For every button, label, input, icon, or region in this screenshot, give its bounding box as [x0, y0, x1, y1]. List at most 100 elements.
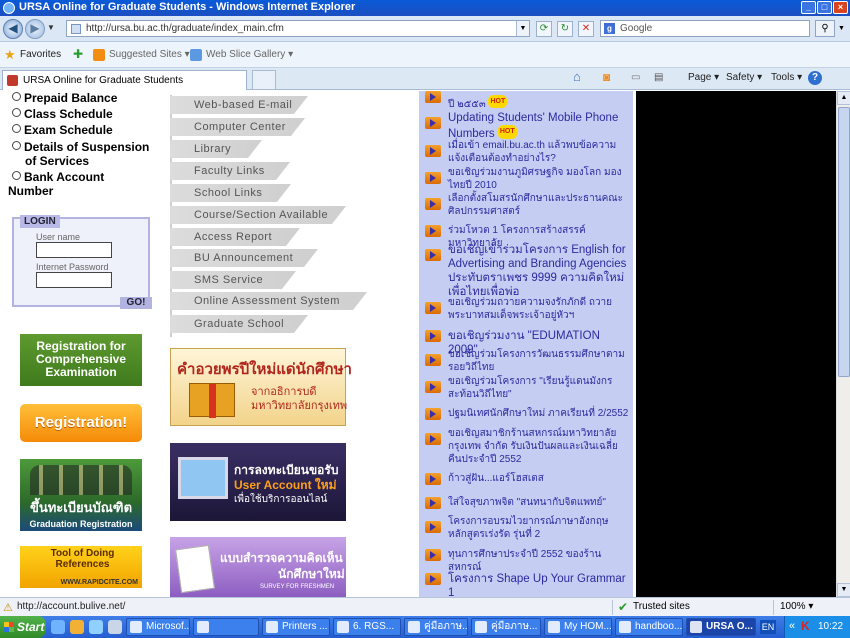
favorites-button[interactable]: Favorites — [20, 49, 61, 60]
compatibility-view-icon[interactable]: ⟳ — [536, 21, 552, 37]
taskbar-item-word[interactable]: Microsof... — [126, 618, 190, 636]
recent-pages-dropdown-icon[interactable]: ▼ — [47, 23, 55, 32]
link-faculty-links[interactable]: Faculty Links — [170, 162, 290, 180]
arrow-bullet-icon — [425, 573, 441, 585]
quicklaunch-desktop-icon[interactable] — [89, 620, 103, 634]
tools-menu[interactable]: Tools ▾ — [771, 72, 802, 83]
registration-banner[interactable]: Registration! — [20, 404, 142, 442]
taskbar-item-app[interactable] — [193, 618, 259, 636]
language-indicator[interactable]: EN — [760, 620, 776, 634]
username-label: User name — [36, 232, 81, 242]
quicklaunch-ie-icon[interactable] — [51, 620, 65, 634]
feeds-icon[interactable]: ◙ — [603, 70, 610, 84]
tab-label: URSA Online for Graduate Students — [23, 75, 184, 86]
quicklaunch-explorer-icon[interactable] — [108, 620, 122, 634]
zoom-level[interactable]: 100% ▾ — [780, 601, 813, 612]
print-icon[interactable]: ▤ — [654, 72, 663, 83]
link-course-section[interactable]: Course/Section Available — [170, 206, 346, 224]
safety-menu[interactable]: Safety ▾ — [726, 72, 762, 83]
tab-ursa[interactable]: URSA Online for Graduate Students — [2, 70, 247, 90]
scroll-up-icon[interactable]: ▲ — [837, 91, 850, 105]
back-button[interactable]: ◀ — [3, 19, 23, 39]
menu-option-suspension-details[interactable]: Details of Suspension — [12, 140, 149, 154]
scroll-down-icon[interactable]: ▼ — [837, 583, 850, 597]
menu-option-exam-schedule[interactable]: Exam Schedule — [12, 123, 113, 137]
help-icon[interactable]: ? — [808, 71, 822, 85]
read-mail-icon[interactable]: ▭ — [631, 72, 640, 83]
arrow-bullet-icon — [425, 408, 441, 420]
radio-icon[interactable] — [12, 92, 21, 101]
search-input[interactable]: g Google — [600, 20, 810, 37]
radio-icon[interactable] — [12, 108, 21, 117]
link-graduate-school[interactable]: Graduate School — [170, 315, 308, 333]
taskbar-item-manual-1[interactable]: คู่มือภาษ... — [404, 618, 468, 636]
address-dropdown-icon[interactable]: ▼ — [516, 21, 529, 36]
username-field[interactable] — [36, 242, 112, 258]
greeting-banner-subtitle: จากอธิการบดี มหาวิทยาลัยกรุงเทพ — [251, 385, 348, 412]
references-tool-banner[interactable]: Tool of Doing References WWW.RAPIDCITE.C… — [20, 546, 142, 588]
link-bu-announcement[interactable]: BU Announcement — [170, 249, 318, 267]
web-slice-gallery-button[interactable]: Web Slice Gallery ▾ — [206, 49, 293, 60]
link-computer-center[interactable]: Computer Center — [170, 118, 305, 136]
link-web-email[interactable]: Web-based E-mail — [170, 96, 308, 114]
address-input[interactable]: http://ursa.bu.ac.th/graduate/index_main… — [66, 20, 530, 37]
suggested-sites-button[interactable]: Suggested Sites ▾ — [109, 49, 190, 60]
arrow-bullet-icon — [425, 145, 441, 157]
search-placeholder: Google — [620, 23, 653, 34]
search-options-dropdown-icon[interactable]: ▼ — [838, 25, 845, 32]
graduation-registration-banner[interactable]: ขึ้นทะเบียนบัณฑิต Graduation Registratio… — [20, 459, 142, 531]
arrow-bullet-icon — [425, 354, 441, 366]
radio-icon[interactable] — [12, 171, 21, 180]
link-sms-service[interactable]: SMS Service — [170, 271, 296, 289]
page-menu[interactable]: Page ▾ — [688, 72, 719, 83]
login-go-button[interactable]: GO! — [120, 297, 152, 309]
forward-button[interactable]: ▶ — [25, 19, 45, 39]
arrow-bullet-icon — [425, 521, 441, 533]
antivirus-icon[interactable]: K — [801, 619, 810, 633]
security-zone[interactable]: Trusted sites — [633, 601, 690, 612]
scroll-thumb[interactable] — [838, 107, 850, 377]
login-heading: LOGIN — [20, 215, 60, 228]
status-divider — [773, 600, 774, 615]
password-label: Internet Password — [36, 262, 109, 272]
user-account-registration-banner[interactable]: การลงทะเบียนขอรับ User Account ใหม่ เพื่… — [170, 443, 346, 521]
arrow-bullet-icon — [425, 117, 441, 129]
menu-option-bank-account[interactable]: Bank Account — [12, 170, 104, 184]
search-icon[interactable]: ⚲ — [815, 20, 835, 37]
new-year-greeting-banner[interactable]: คำอวยพรปีใหม่แด่นักศึกษา จากอธิการบดี มหา… — [170, 348, 352, 426]
add-favorite-icon[interactable]: ✚ — [73, 47, 83, 61]
tray-expand-icon[interactable]: « — [789, 620, 795, 632]
taskbar-item-ursa[interactable]: URSA O... — [686, 618, 756, 636]
link-access-report[interactable]: Access Report — [170, 228, 300, 246]
link-library[interactable]: Library — [170, 140, 262, 158]
taskbar-item-handbook[interactable]: handboo... — [615, 618, 683, 636]
menu-option-prepaid-balance[interactable]: Prepaid Balance — [12, 91, 117, 105]
link-online-assessment[interactable]: Online Assessment System — [170, 292, 367, 310]
home-icon[interactable]: ⌂ — [573, 69, 581, 84]
refresh-icon[interactable]: ↻ — [557, 21, 573, 37]
radio-icon[interactable] — [12, 124, 21, 133]
window-titlebar: URSA Online for Graduate Students - Wind… — [0, 0, 850, 16]
system-tray: « K 10:22 — [784, 616, 850, 638]
password-field[interactable] — [36, 272, 112, 288]
link-school-links[interactable]: School Links — [170, 184, 291, 202]
start-button[interactable]: Start — [0, 616, 46, 638]
freshmen-survey-banner[interactable]: แบบสำรวจความคิดเห็น นักศึกษาใหม่ SURVEY … — [170, 537, 346, 597]
stop-icon[interactable]: ✕ — [578, 21, 594, 37]
minimize-button[interactable]: _ — [801, 1, 816, 14]
clock[interactable]: 10:22 — [818, 621, 843, 632]
radio-icon[interactable] — [12, 141, 21, 150]
menu-option-class-schedule[interactable]: Class Schedule — [12, 107, 113, 121]
close-button[interactable]: × — [833, 1, 848, 14]
taskbar-item-printers[interactable]: Printers ... — [262, 618, 330, 636]
taskbar-item-rgs[interactable]: 6. RGS... — [333, 618, 401, 636]
maximize-button[interactable]: □ — [817, 1, 832, 14]
page-scrollbar[interactable]: ▲ ▼ — [836, 91, 850, 597]
media-panel — [636, 91, 836, 597]
status-url: http://account.bulive.net/ — [17, 601, 126, 612]
taskbar-item-my-home[interactable]: My HOM... — [544, 618, 612, 636]
comprehensive-exam-registration-banner[interactable]: Registration for Comprehensive Examinati… — [20, 334, 142, 386]
taskbar-item-manual-2[interactable]: คู่มือภาษ... — [471, 618, 541, 636]
new-tab-button[interactable] — [252, 70, 276, 90]
quicklaunch-media-icon[interactable] — [70, 620, 84, 634]
